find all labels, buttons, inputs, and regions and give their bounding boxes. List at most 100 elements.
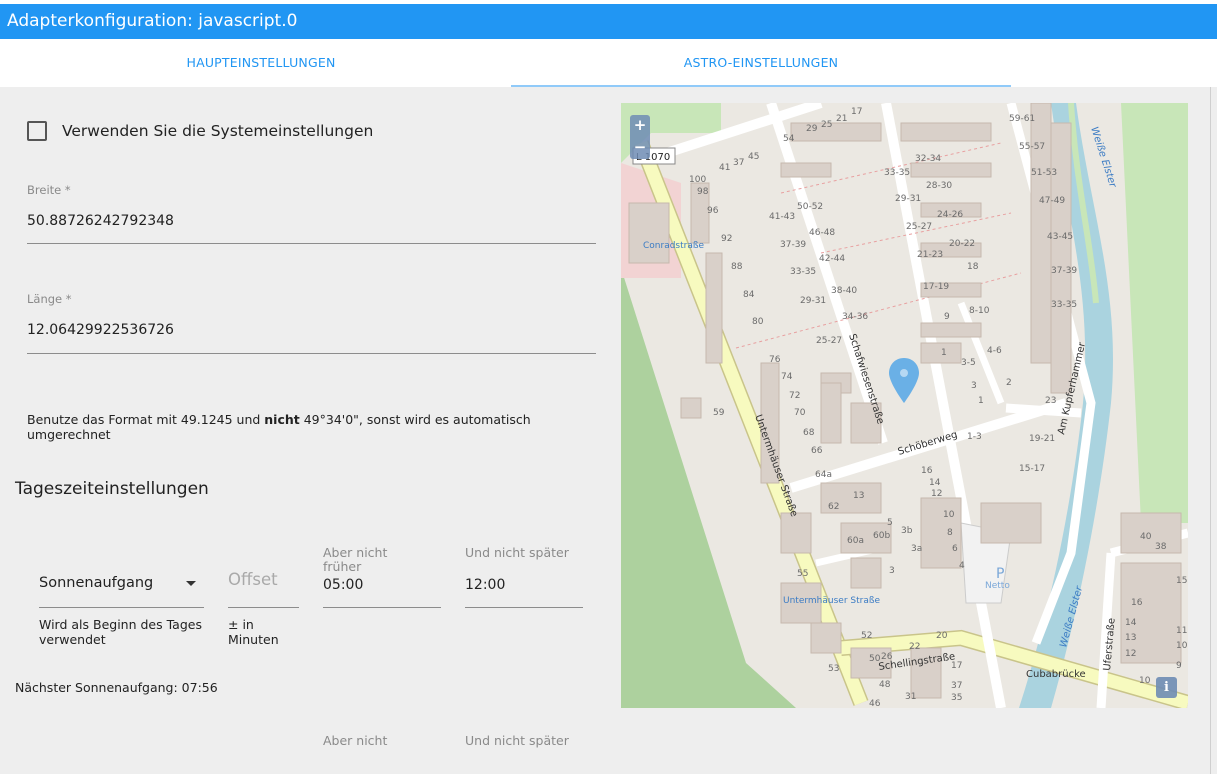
svg-text:70: 70 bbox=[794, 408, 806, 418]
use-system-settings-checkbox[interactable] bbox=[27, 121, 47, 141]
scrollbar[interactable] bbox=[1210, 87, 1217, 774]
svg-text:46: 46 bbox=[869, 699, 881, 708]
svg-text:4: 4 bbox=[959, 561, 965, 571]
svg-text:50: 50 bbox=[869, 654, 881, 664]
svg-text:14: 14 bbox=[929, 478, 941, 488]
svg-text:96: 96 bbox=[707, 206, 719, 216]
next-sunrise-text: Nächster Sonnenaufgang: 07:56 bbox=[15, 680, 218, 695]
svg-text:9: 9 bbox=[1176, 661, 1182, 671]
svg-text:28-30: 28-30 bbox=[926, 181, 952, 191]
svg-text:15: 15 bbox=[1176, 576, 1187, 586]
svg-text:21: 21 bbox=[836, 114, 847, 124]
not-earlier-label-2: Aber nicht bbox=[323, 733, 388, 748]
svg-text:59-61: 59-61 bbox=[1009, 114, 1035, 124]
chevron-down-icon[interactable] bbox=[186, 581, 196, 586]
svg-text:48: 48 bbox=[879, 680, 891, 690]
format-hint-bold: nicht bbox=[264, 412, 300, 427]
svg-text:33-35: 33-35 bbox=[884, 168, 910, 178]
svg-text:76: 76 bbox=[769, 355, 781, 365]
svg-text:50-52: 50-52 bbox=[797, 202, 823, 212]
svg-text:40: 40 bbox=[1140, 532, 1152, 542]
svg-text:8: 8 bbox=[947, 528, 953, 538]
tab-main-settings[interactable]: HAUPTEINSTELLUNGEN bbox=[11, 39, 511, 87]
longitude-input[interactable]: 12.06429922536726 bbox=[27, 322, 174, 338]
not-earlier-label: Aber nicht früher bbox=[323, 545, 388, 574]
svg-text:72: 72 bbox=[789, 391, 800, 401]
svg-text:12: 12 bbox=[931, 489, 942, 499]
not-later-label-2: Und nicht später bbox=[465, 733, 569, 748]
svg-text:41: 41 bbox=[719, 163, 730, 173]
day-start-event-helper: Wird als Beginn des Tages verwendet bbox=[39, 617, 202, 647]
longitude-underline bbox=[27, 353, 596, 354]
svg-text:3a: 3a bbox=[911, 544, 922, 554]
zoom-out-button[interactable]: − bbox=[630, 137, 650, 158]
svg-text:10: 10 bbox=[1139, 676, 1151, 686]
svg-text:1-3: 1-3 bbox=[967, 432, 982, 442]
svg-text:6: 6 bbox=[952, 544, 958, 554]
format-hint: Benutze das Format mit 49.1245 und nicht… bbox=[27, 412, 602, 442]
svg-text:3: 3 bbox=[971, 381, 977, 391]
svg-text:92: 92 bbox=[721, 234, 732, 244]
svg-text:17: 17 bbox=[951, 661, 962, 671]
tab-bar: HAUPTEINSTELLUNGEN ASTRO-EINSTELLUNGEN bbox=[11, 39, 1210, 87]
location-map[interactable]: Untermhäuser Straße Schafwiesenstraße Sc… bbox=[621, 103, 1188, 708]
format-hint-text-1: Benutze das Format mit 49.1245 und bbox=[27, 412, 265, 427]
tab-astro-settings[interactable]: ASTRO-EINSTELLUNGEN bbox=[511, 39, 1011, 87]
svg-text:10: 10 bbox=[943, 510, 955, 520]
svg-text:37: 37 bbox=[733, 158, 744, 168]
offset-helper: ± in Minuten bbox=[228, 617, 279, 647]
zoom-in-button[interactable]: + bbox=[630, 115, 650, 136]
day-start-event-select[interactable]: Sonnenaufgang bbox=[39, 575, 153, 591]
svg-text:88: 88 bbox=[731, 262, 743, 272]
svg-text:51-53: 51-53 bbox=[1031, 168, 1057, 178]
svg-text:13: 13 bbox=[853, 491, 864, 501]
use-system-settings-row[interactable]: Verwenden Sie die Systemeinstellungen bbox=[27, 120, 373, 142]
svg-text:19-21: 19-21 bbox=[1029, 434, 1055, 444]
latitude-input[interactable]: 50.88726242792348 bbox=[27, 213, 174, 229]
svg-text:25: 25 bbox=[821, 120, 832, 130]
svg-text:46-48: 46-48 bbox=[809, 228, 835, 238]
svg-text:4-6: 4-6 bbox=[987, 346, 1002, 356]
day-start-event-underline bbox=[39, 607, 204, 608]
label-netto: Netto bbox=[985, 581, 1010, 591]
label-stop-conradstrasse: Conradstraße bbox=[643, 241, 705, 251]
not-later-input[interactable]: 12:00 bbox=[465, 577, 505, 593]
svg-text:10: 10 bbox=[1176, 641, 1188, 651]
not-later-label: Und nicht später bbox=[465, 545, 569, 560]
map-info-button[interactable]: i bbox=[1156, 677, 1177, 698]
svg-text:9: 9 bbox=[944, 312, 950, 322]
svg-text:17: 17 bbox=[851, 107, 862, 117]
offset-input[interactable]: Offset bbox=[228, 570, 278, 589]
label-cubabruecke: Cubabrücke bbox=[1026, 669, 1086, 680]
svg-text:11: 11 bbox=[1176, 626, 1187, 636]
svg-text:55: 55 bbox=[797, 569, 808, 579]
svg-text:3-5: 3-5 bbox=[961, 358, 976, 368]
svg-text:80: 80 bbox=[752, 317, 764, 327]
svg-text:1: 1 bbox=[941, 348, 947, 358]
svg-text:33-35: 33-35 bbox=[1051, 300, 1077, 310]
svg-text:13: 13 bbox=[1125, 633, 1136, 643]
offset-underline bbox=[228, 607, 299, 608]
longitude-label: Länge * bbox=[27, 292, 72, 306]
svg-text:34-36: 34-36 bbox=[842, 312, 868, 322]
svg-text:47-49: 47-49 bbox=[1039, 196, 1065, 206]
svg-text:35: 35 bbox=[951, 693, 962, 703]
svg-text:45: 45 bbox=[748, 152, 759, 162]
svg-text:37-39: 37-39 bbox=[1051, 266, 1077, 276]
svg-text:33-35: 33-35 bbox=[790, 267, 816, 277]
day-time-settings-title: Tageszeiteinstellungen bbox=[15, 479, 209, 499]
window-title: Adapterkonfiguration: javascript.0 bbox=[0, 4, 1217, 39]
svg-text:17-19: 17-19 bbox=[923, 282, 949, 292]
svg-text:84: 84 bbox=[743, 290, 755, 300]
svg-text:16: 16 bbox=[1131, 598, 1143, 608]
svg-text:21-23: 21-23 bbox=[917, 250, 943, 260]
svg-text:37-39: 37-39 bbox=[780, 240, 806, 250]
svg-text:66: 66 bbox=[811, 446, 823, 456]
svg-text:20-22: 20-22 bbox=[949, 239, 975, 249]
not-earlier-input[interactable]: 05:00 bbox=[323, 577, 363, 593]
svg-text:43-45: 43-45 bbox=[1047, 232, 1073, 242]
not-later-underline bbox=[465, 607, 583, 608]
svg-text:31: 31 bbox=[905, 692, 916, 702]
svg-text:2: 2 bbox=[1006, 378, 1012, 388]
svg-text:42-44: 42-44 bbox=[819, 254, 845, 264]
